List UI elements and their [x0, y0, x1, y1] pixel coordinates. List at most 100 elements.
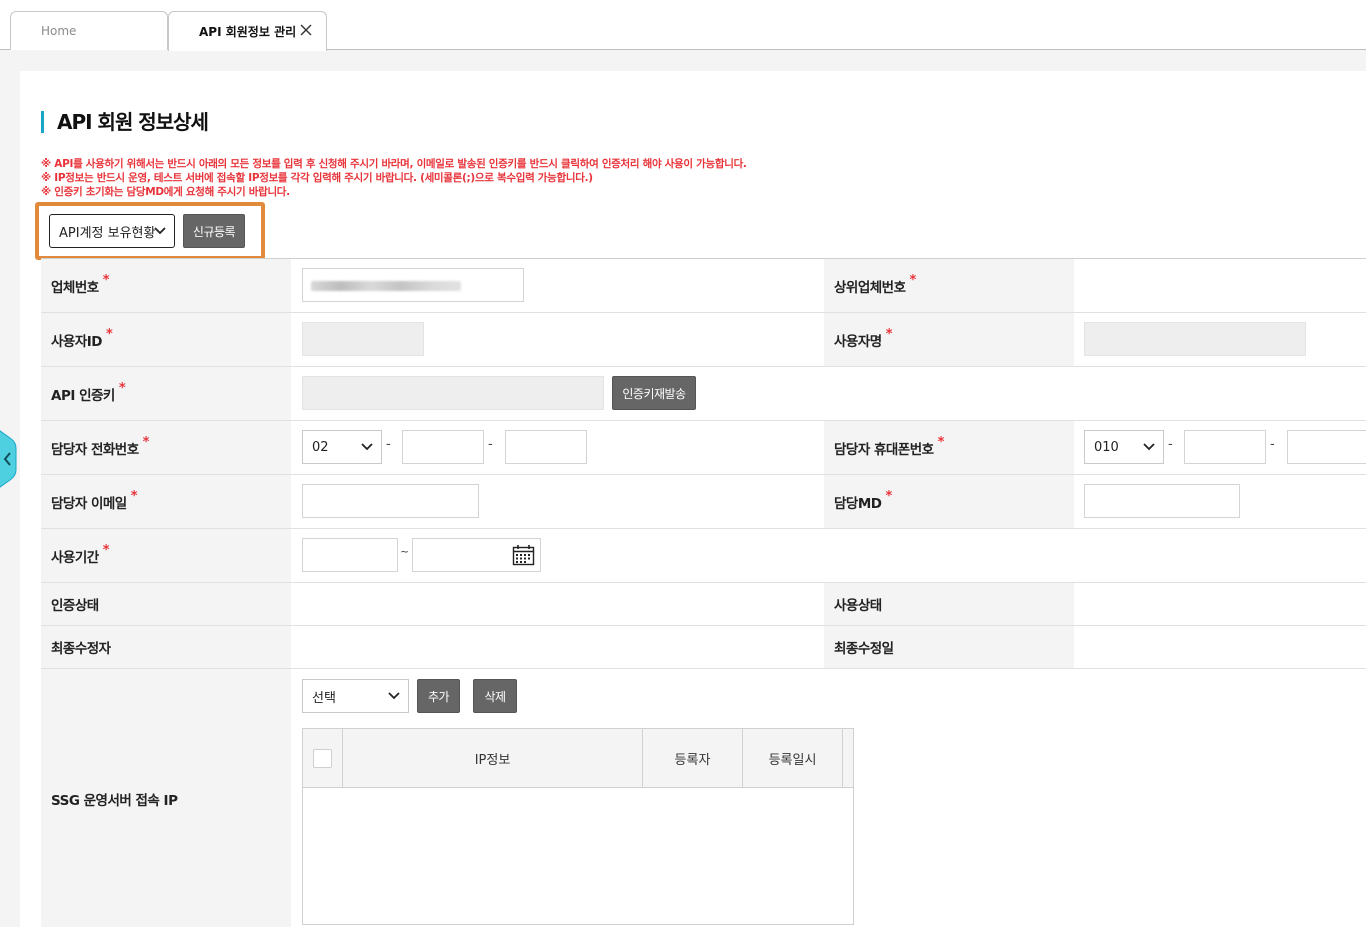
- member-detail-form: 업체번호* 상위업체번호* 사용자ID* 사용자명* API 인증키*: [41, 258, 1366, 927]
- form-row: 담당자 이메일 * 담당MD *: [41, 475, 1366, 529]
- column-ip-info: IP정보: [343, 729, 643, 788]
- label-text: 사용자명: [834, 333, 882, 350]
- required-mark: *: [130, 489, 138, 504]
- label-text: 담당MD: [834, 495, 882, 512]
- required-mark: *: [885, 489, 892, 504]
- md-field[interactable]: [1084, 484, 1240, 518]
- required-mark: *: [102, 543, 110, 558]
- form-row: 사용자ID * 사용자명 *: [41, 313, 1366, 367]
- required-mark: *: [885, 327, 893, 342]
- md-label: 담당MD *: [824, 475, 1074, 528]
- page-title: API 회원 정보상세: [41, 111, 209, 133]
- tab-home[interactable]: Home: [10, 11, 168, 50]
- select-all-cell: [303, 729, 343, 788]
- chevron-down-icon: [361, 443, 373, 451]
- reissue-key-button[interactable]: 인증키재발송: [612, 376, 696, 410]
- notice-line: ※ API를 사용하기 위해서는 반드시 아래의 모든 정보를 입력 후 신청해…: [41, 158, 747, 170]
- period-end-field[interactable]: [412, 538, 541, 572]
- required-mark: *: [142, 435, 150, 450]
- required-mark: *: [909, 273, 917, 288]
- phone-middle-field[interactable]: [402, 430, 484, 464]
- form-row: 최종수정자 최종수정일: [41, 626, 1366, 669]
- mobile-prefix-value: 010: [1094, 439, 1119, 455]
- form-row: API 인증키 * 인증키재발송: [41, 367, 1366, 421]
- manager-phone-label: 담당자 전화번호 *: [41, 421, 291, 474]
- dash-separator: -: [1168, 437, 1173, 452]
- label-text: 사용자ID: [51, 333, 103, 350]
- parent-vendor-no-label: 상위업체번호 *: [824, 259, 1074, 312]
- account-status-select[interactable]: API계정 보유현황: [49, 214, 175, 248]
- redacted-value: [311, 281, 461, 291]
- manager-mobile-label: 담당자 휴대폰번호 *: [824, 421, 1074, 474]
- new-register-button[interactable]: 신규등록: [183, 214, 245, 248]
- form-row: 인증상태 사용상태: [41, 583, 1366, 626]
- vendor-no-field[interactable]: [302, 268, 524, 302]
- account-action-box: API계정 보유현황 신규등록: [35, 202, 265, 260]
- tab-home-label: Home: [41, 24, 77, 38]
- mobile-last-field[interactable]: [1287, 430, 1366, 464]
- dash-separator: -: [1270, 437, 1275, 452]
- label-text: API 인증키: [51, 387, 115, 404]
- add-ip-button[interactable]: 추가: [417, 679, 460, 713]
- close-icon[interactable]: [300, 24, 312, 36]
- form-row: 담당자 전화번호 * 02 - - 담당자 휴대폰번호 * 010 - -: [41, 421, 1366, 475]
- tab-bar: Home API 회원정보 관리: [0, 0, 1366, 51]
- chevron-down-icon: [1143, 443, 1155, 451]
- period-label: 사용기간 *: [41, 529, 291, 582]
- tab-api-member-label: API 회원정보 관리: [199, 25, 297, 39]
- calendar-icon[interactable]: [512, 544, 535, 566]
- required-mark: *: [102, 273, 110, 288]
- phone-last-field[interactable]: [505, 430, 587, 464]
- label-text: 업체번호: [51, 279, 99, 296]
- phone-area-select[interactable]: 02: [302, 430, 382, 464]
- ip-type-value: 선택: [312, 690, 336, 706]
- select-all-checkbox[interactable]: [313, 749, 332, 768]
- required-mark: *: [937, 435, 945, 450]
- chevron-down-icon: [388, 692, 400, 700]
- notice-line: ※ IP정보는 반드시 운영, 테스트 서버에 접속할 IP정보를 각각 입력해…: [41, 172, 593, 184]
- column-registrant: 등록자: [643, 729, 743, 788]
- column-registered-at: 등록일시: [743, 729, 843, 788]
- form-row: 업체번호 * 상위업체번호 *: [41, 259, 1366, 313]
- period-start-field[interactable]: [302, 538, 398, 572]
- auth-status-label: 인증상태: [41, 583, 291, 625]
- api-key-field: [302, 376, 604, 410]
- label-text: 상위업체번호: [834, 279, 906, 296]
- user-name-label: 사용자명 *: [824, 313, 1074, 366]
- api-key-label: API 인증키 *: [41, 367, 291, 420]
- content-panel: API 회원 정보상세 ※ API를 사용하기 위해서는 반드시 아래의 모든 …: [20, 71, 1366, 927]
- user-id-field: [302, 322, 424, 356]
- label-text: 담당자 이메일: [51, 495, 127, 512]
- label-text: 담당자 전화번호: [51, 441, 139, 458]
- delete-ip-button[interactable]: 삭제: [473, 679, 517, 713]
- use-status-label: 사용상태: [824, 583, 1074, 625]
- manager-email-field[interactable]: [302, 484, 479, 518]
- mobile-prefix-select[interactable]: 010: [1084, 430, 1164, 464]
- tab-api-member-management[interactable]: API 회원정보 관리: [168, 11, 327, 51]
- label-text: 사용기간: [51, 549, 99, 566]
- user-id-label: 사용자ID *: [41, 313, 291, 366]
- manager-email-label: 담당자 이메일 *: [41, 475, 291, 528]
- ip-table-header: IP정보 등록자 등록일시: [303, 729, 853, 788]
- account-status-value: API계정 보유현황: [59, 225, 156, 241]
- phone-area-value: 02: [312, 439, 329, 455]
- form-row: SSG 운영서버 접속 IP 선택 추가 삭제 IP정보 등록자 등록일시: [41, 669, 1366, 927]
- notice-line: ※ 인증키 초기화는 담당MD에게 요청해 주시기 바랍니다.: [41, 186, 290, 198]
- chevron-left-icon[interactable]: [0, 428, 20, 490]
- ip-type-select[interactable]: 선택: [302, 679, 409, 713]
- dash-separator: -: [488, 437, 493, 452]
- notice-list: ※ API를 사용하기 위해서는 반드시 아래의 모든 정보를 입력 후 신청해…: [41, 157, 747, 199]
- required-mark: *: [118, 381, 126, 396]
- required-mark: *: [106, 327, 113, 342]
- last-edit-date-label: 최종수정일: [824, 626, 1074, 668]
- chevron-down-icon: [154, 227, 166, 235]
- mobile-middle-field[interactable]: [1184, 430, 1266, 464]
- ssg-ip-label: SSG 운영서버 접속 IP: [41, 669, 291, 927]
- ip-table: IP정보 등록자 등록일시: [302, 728, 854, 925]
- form-row: 사용기간 * ~: [41, 529, 1366, 583]
- dash-separator: -: [386, 437, 391, 452]
- user-name-field: [1084, 322, 1306, 356]
- period-separator: ~: [400, 545, 410, 558]
- last-editor-label: 최종수정자: [41, 626, 291, 668]
- label-text: 담당자 휴대폰번호: [834, 441, 934, 458]
